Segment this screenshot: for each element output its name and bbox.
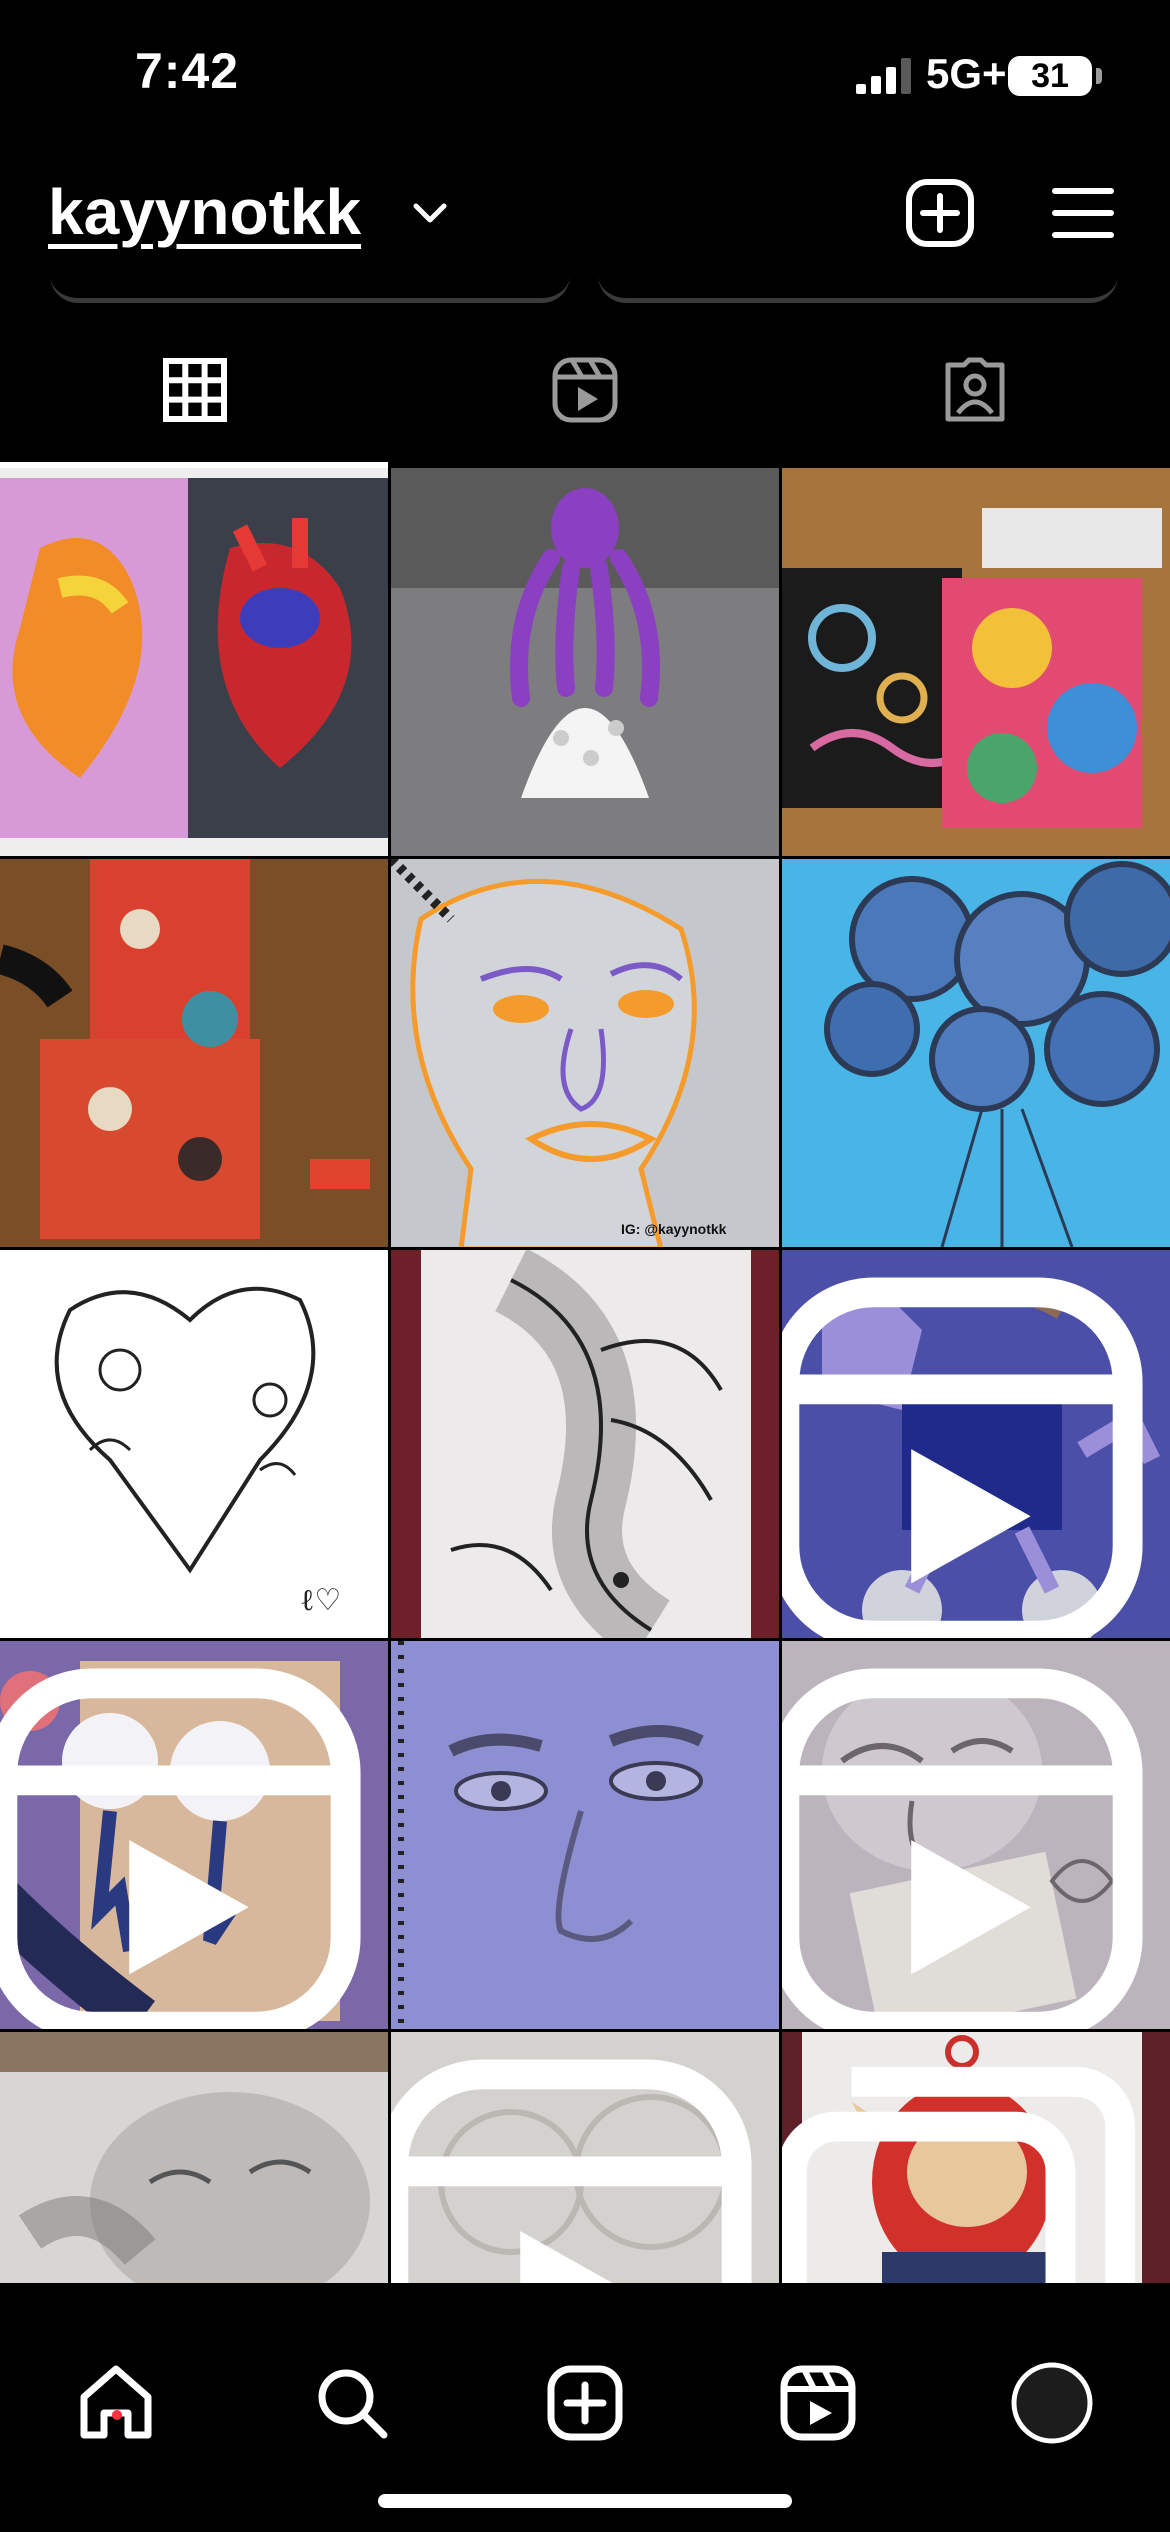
post-image: ℓ♡ <box>0 1250 388 1638</box>
home-indicator <box>378 2494 792 2508</box>
reel-badge-icon <box>0 1668 361 2029</box>
grid-icon[interactable] <box>160 355 230 425</box>
reels-icon[interactable] <box>778 2363 858 2443</box>
post-tile[interactable] <box>391 1641 779 2029</box>
post-image: IG: @kayynotkk <box>391 859 779 1247</box>
status-time: 7:42 <box>135 43 240 99</box>
svg-text:ℓ♡: ℓ♡ <box>300 1583 341 1618</box>
post-tile[interactable] <box>0 1641 388 2029</box>
post-tile[interactable] <box>0 468 388 856</box>
create-plus-icon[interactable] <box>905 178 975 248</box>
post-tile[interactable]: ℓ♡ <box>0 1250 388 1638</box>
post-tile[interactable] <box>0 859 388 1247</box>
search-icon[interactable] <box>312 2363 392 2443</box>
notification-dot <box>112 2410 122 2420</box>
tagged-person-icon[interactable] <box>940 355 1010 425</box>
post-image <box>391 468 779 856</box>
post-tile[interactable] <box>391 468 779 856</box>
chevron-down-icon[interactable] <box>410 198 450 228</box>
reels-icon[interactable] <box>550 355 620 425</box>
battery-tip <box>1096 68 1102 84</box>
post-image <box>0 468 388 856</box>
post-tile[interactable] <box>391 1250 779 1638</box>
post-image <box>782 859 1170 1247</box>
share-profile-button[interactable] <box>598 258 1118 303</box>
post-tile[interactable] <box>782 468 1170 856</box>
post-tile[interactable] <box>0 2032 388 2283</box>
post-image <box>782 468 1170 856</box>
post-image <box>391 1641 779 2029</box>
network-type: 5G+ <box>926 50 1007 97</box>
post-tile[interactable] <box>391 2032 779 2283</box>
post-image <box>0 2032 388 2283</box>
post-watermark: IG: @kayynotkk <box>621 1221 727 1237</box>
reel-badge-icon <box>391 2059 752 2283</box>
cellular-signal-icon <box>856 58 911 94</box>
post-image <box>0 859 388 1247</box>
home-icon[interactable] <box>76 2363 156 2443</box>
post-tile[interactable]: IG: @kayynotkk <box>391 859 779 1247</box>
reel-badge-icon <box>782 1668 1143 2029</box>
post-tile[interactable] <box>782 859 1170 1247</box>
reel-badge-icon <box>782 1277 1143 1638</box>
battery-icon: 31 <box>1008 56 1092 96</box>
carousel-badge-icon <box>782 2066 1136 2283</box>
edit-profile-button[interactable] <box>50 258 570 303</box>
post-image <box>391 1250 779 1638</box>
posts-grid: IG: @kayynotkk ℓ♡ <box>0 468 1170 2283</box>
hamburger-menu-icon[interactable] <box>1052 185 1114 241</box>
profile-avatar-icon[interactable] <box>1010 2361 1094 2445</box>
post-tile[interactable] <box>782 1641 1170 2029</box>
post-tile[interactable] <box>782 2032 1170 2283</box>
profile-username[interactable]: kayynotkk <box>48 175 361 249</box>
create-plus-icon[interactable] <box>545 2363 625 2443</box>
post-tile[interactable] <box>782 1250 1170 1638</box>
